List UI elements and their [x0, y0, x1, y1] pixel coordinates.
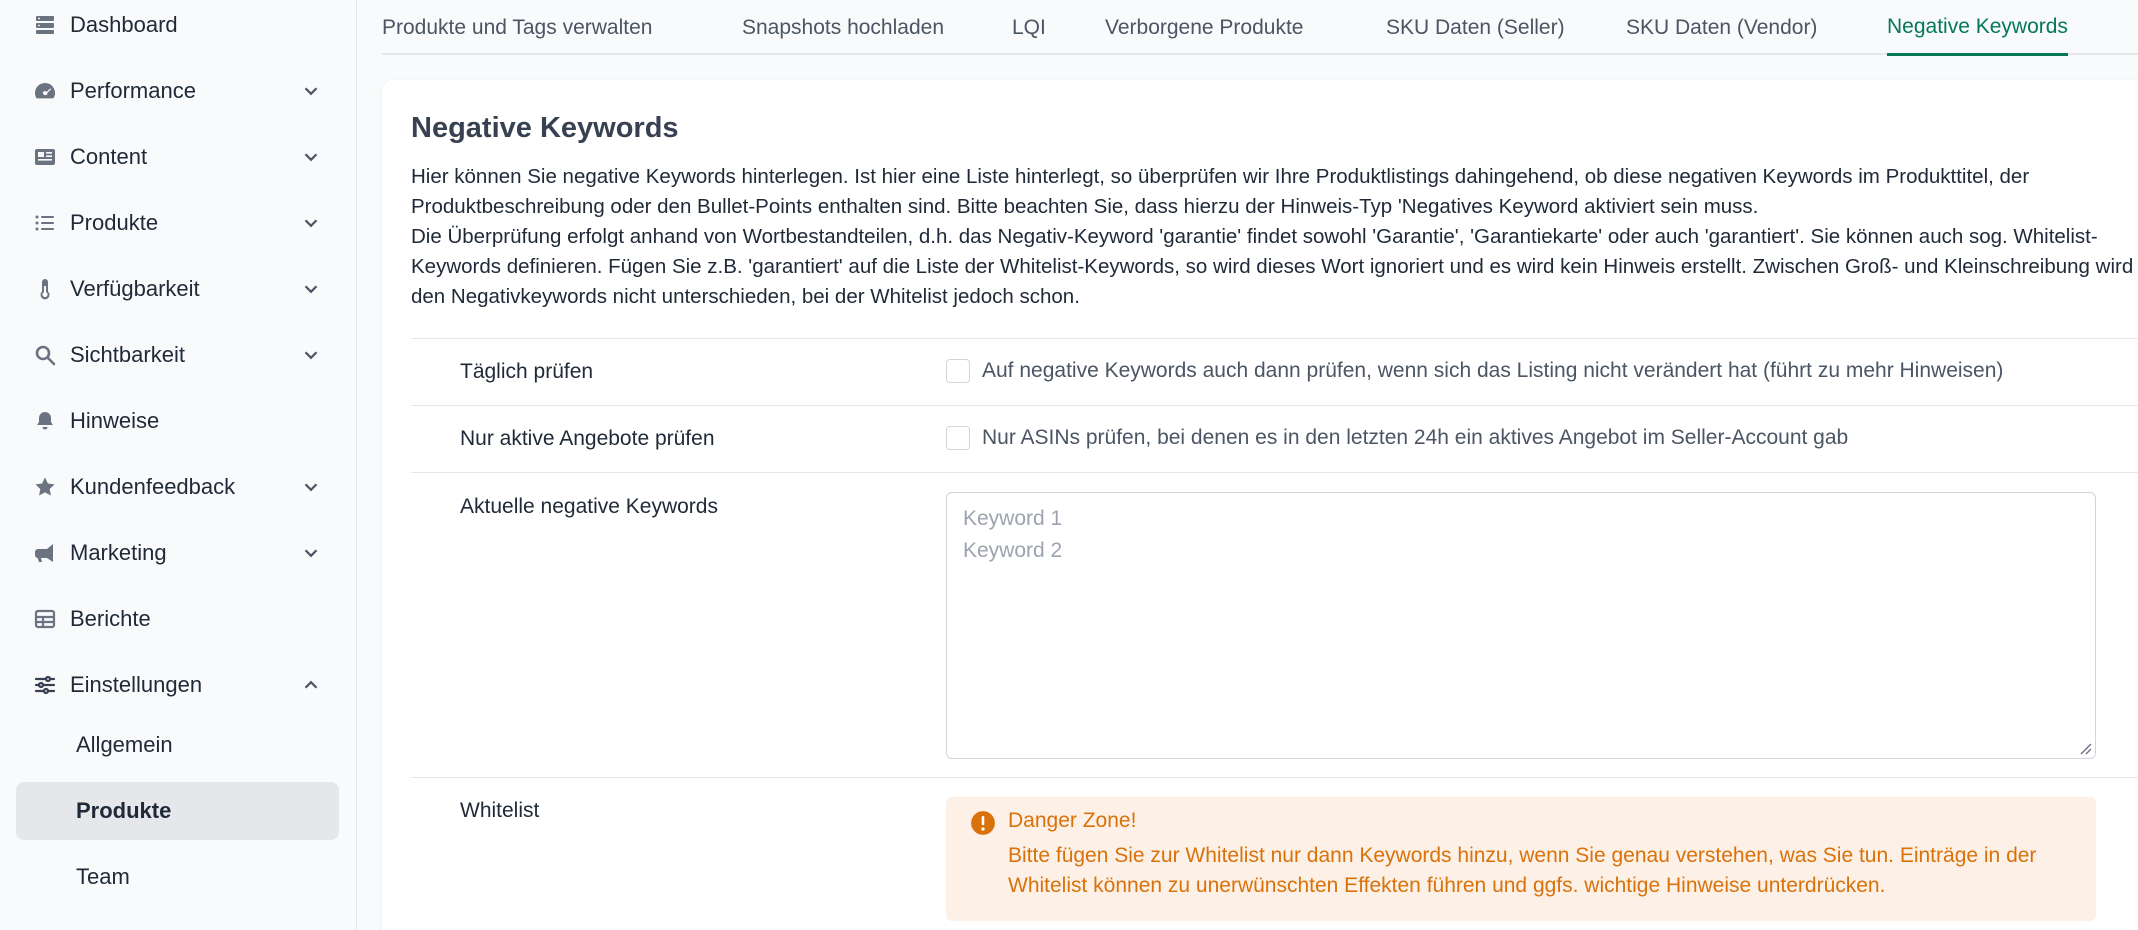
- divider: [411, 472, 2138, 473]
- active-offers-text: Nur ASINs prüfen, bei denen es in den le…: [982, 426, 1849, 449]
- divider: [411, 777, 2138, 778]
- sidebar-item-label: Berichte: [70, 606, 151, 631]
- sidebar-item-label: Performance: [70, 78, 196, 103]
- settings-card: Negative Keywords Hier können Sie negati…: [382, 80, 2138, 930]
- negative-keywords-textarea[interactable]: Keyword 1 Keyword 2: [946, 492, 2096, 759]
- divider: [411, 338, 2138, 339]
- tab-snapshots-hochladen[interactable]: Snapshots hochladen: [742, 0, 944, 55]
- bell-icon: [32, 408, 58, 434]
- page-title: Negative Keywords: [411, 112, 679, 144]
- star-icon: [32, 474, 58, 500]
- description: Hier können Sie negative Keywords hinter…: [411, 162, 2138, 312]
- chevron-down-icon[interactable]: [295, 141, 327, 173]
- active-offers-label: Nur aktive Angebote prüfen: [460, 427, 715, 450]
- tab-sku-daten-vendor[interactable]: SKU Daten (Vendor): [1626, 0, 1817, 55]
- sidebar-item-label: Kundenfeedback: [70, 474, 236, 499]
- sidebar-item-label: Dashboard: [70, 12, 178, 37]
- main-content: Produkte und Tags verwalten Snapshots ho…: [357, 0, 2138, 930]
- sidebar-subitem-produkte[interactable]: Produkte: [16, 782, 339, 840]
- tab-bar: Produkte und Tags verwalten Snapshots ho…: [382, 0, 2138, 56]
- resize-grip-icon[interactable]: [2078, 741, 2092, 755]
- sidebar-item-content[interactable]: Content: [16, 128, 339, 186]
- tab-negative-keywords[interactable]: Negative Keywords: [1887, 0, 2068, 56]
- list-icon: [32, 210, 58, 236]
- chevron-up-icon[interactable]: [295, 669, 327, 701]
- chevron-down-icon[interactable]: [295, 75, 327, 107]
- tab-sku-daten-seller[interactable]: SKU Daten (Seller): [1386, 0, 1565, 55]
- chevron-down-icon[interactable]: [295, 471, 327, 503]
- sidebar-item-performance[interactable]: Performance: [16, 62, 339, 120]
- daily-check-option[interactable]: Auf negative Keywords auch dann prüfen, …: [946, 359, 2003, 383]
- chevron-down-icon[interactable]: [295, 273, 327, 305]
- sidebar-item-label: Content: [70, 144, 148, 169]
- chevron-down-icon[interactable]: [295, 339, 327, 371]
- sidebar-item-sichtbarkeit[interactable]: Sichtbarkeit: [16, 326, 339, 384]
- chevron-down-icon[interactable]: [295, 537, 327, 569]
- sidebar-item-label: Produkte: [70, 210, 159, 235]
- sidebar-item-label: Verfügbarkeit: [70, 276, 200, 301]
- search-icon: [32, 342, 58, 368]
- newspaper-icon: [32, 144, 58, 170]
- exclamation-circle-icon: [971, 811, 995, 835]
- sidebar-item-verfuegbarkeit[interactable]: Verfügbarkeit: [16, 260, 339, 318]
- daily-check-text: Auf negative Keywords auch dann prüfen, …: [982, 359, 2004, 382]
- sliders-icon: [32, 672, 58, 698]
- sidebar-item-produkte[interactable]: Produkte: [16, 194, 339, 252]
- active-offers-checkbox[interactable]: [946, 426, 970, 450]
- table-icon: [32, 606, 58, 632]
- alert-title: Danger Zone!: [1008, 809, 1137, 832]
- sidebar-subitem-allgemein[interactable]: Allgemein: [16, 716, 339, 774]
- tab-produkte-und-tags[interactable]: Produkte und Tags verwalten: [382, 0, 652, 55]
- tab-lqi[interactable]: LQI: [1012, 0, 1046, 55]
- thermometer-icon: [32, 276, 58, 302]
- megaphone-icon: [32, 540, 58, 566]
- sidebar-item-berichte[interactable]: Berichte: [16, 590, 339, 648]
- alert-text: Bitte fügen Sie zur Whitelist nur dann K…: [1008, 844, 2037, 897]
- sidebar-item-marketing[interactable]: Marketing: [16, 524, 339, 582]
- keywords-placeholder: Keyword 1 Keyword 2: [963, 507, 1063, 562]
- tab-verborgene-produkte[interactable]: Verborgene Produkte: [1105, 0, 1303, 55]
- chevron-down-icon[interactable]: [295, 207, 327, 239]
- active-offers-option[interactable]: Nur ASINs prüfen, bei denen es in den le…: [946, 426, 1848, 450]
- sidebar-item-label: Einstellungen: [70, 672, 203, 697]
- sidebar-item-dashboard[interactable]: Dashboard: [16, 0, 339, 54]
- sidebar-item-label: Sichtbarkeit: [70, 342, 185, 367]
- server-icon: [32, 12, 58, 38]
- sidebar-item-einstellungen[interactable]: Einstellungen: [16, 656, 339, 714]
- sidebar-item-label: Hinweise: [70, 408, 160, 433]
- sidebar: Dashboard Performance Content Produkte V…: [0, 0, 357, 930]
- gauge-icon: [32, 78, 58, 104]
- description-paragraph: Hier können Sie negative Keywords hinter…: [411, 165, 2030, 218]
- divider: [411, 405, 2138, 406]
- description-paragraph: Die Überprüfung erfolgt anhand von Wortb…: [411, 225, 2138, 308]
- danger-zone-alert: Danger Zone! Bitte fügen Sie zur Whiteli…: [946, 797, 2096, 921]
- daily-check-label: Täglich prüfen: [460, 360, 594, 383]
- sidebar-item-hinweise[interactable]: Hinweise: [16, 392, 339, 450]
- keywords-label: Aktuelle negative Keywords: [460, 495, 718, 518]
- sidebar-subitem-team[interactable]: Team: [16, 848, 339, 906]
- sidebar-item-label: Marketing: [70, 540, 167, 565]
- whitelist-label: Whitelist: [460, 799, 540, 822]
- sidebar-item-kundenfeedback[interactable]: Kundenfeedback: [16, 458, 339, 516]
- daily-check-checkbox[interactable]: [946, 359, 970, 383]
